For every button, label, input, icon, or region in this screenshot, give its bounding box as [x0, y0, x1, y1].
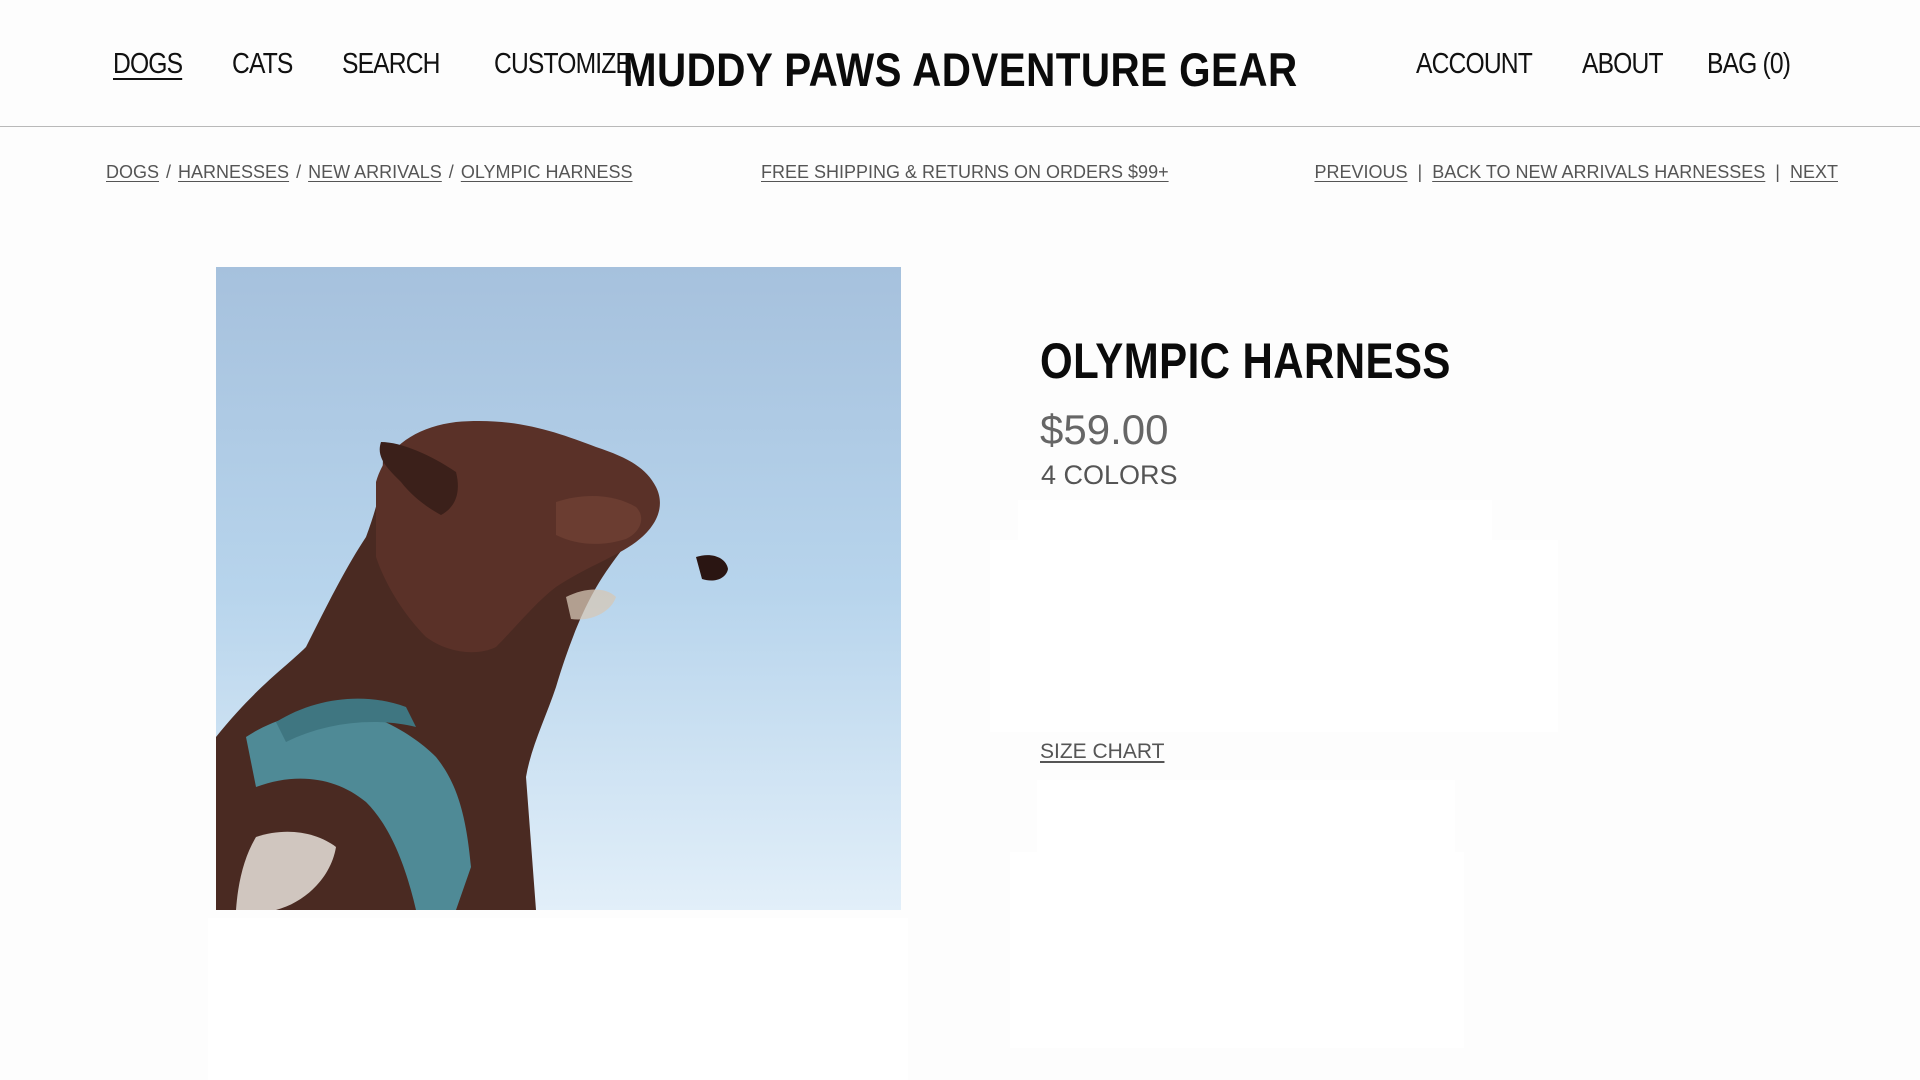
previous-link[interactable]: PREVIOUS	[1314, 162, 1407, 183]
breadcrumb-dogs[interactable]: DOGS	[106, 162, 159, 183]
account-nav: ACCOUNT ABOUT BAG (0)	[1416, 48, 1805, 81]
nav-about[interactable]: ABOUT	[1582, 48, 1664, 81]
promo-link[interactable]: FREE SHIPPING & RETURNS ON ORDERS $99+	[761, 162, 1169, 182]
product-details-placeholder	[1010, 852, 1464, 1048]
pager-separator: |	[1775, 162, 1780, 182]
nav-bag[interactable]: BAG (0)	[1707, 48, 1791, 81]
dog-snout	[556, 495, 642, 544]
color-swatch-placeholder	[1018, 500, 1492, 544]
product-title: OLYMPIC HARNESS	[1040, 332, 1451, 389]
pager-separator: |	[1417, 162, 1423, 182]
product-price: $59.00	[1040, 406, 1169, 453]
breadcrumb-separator: /	[296, 162, 302, 182]
dog-photo-illustration	[216, 421, 728, 910]
breadcrumb-new-arrivals[interactable]: NEW ARRIVALS	[308, 162, 442, 183]
breadcrumb-olympic-harness[interactable]: OLYMPIC HARNESS	[461, 162, 633, 183]
breadcrumb-separator: /	[448, 162, 454, 182]
sub-bar: DOGS / HARNESSES / NEW ARRIVALS / OLYMPI…	[0, 160, 1920, 190]
back-to-collection-link[interactable]: BACK TO NEW ARRIVALS HARNESSES	[1432, 162, 1765, 183]
breadcrumb: DOGS / HARNESSES / NEW ARRIVALS / OLYMPI…	[106, 162, 633, 183]
image-placeholder	[208, 918, 908, 1080]
next-link[interactable]: NEXT	[1790, 162, 1838, 183]
add-to-bag-placeholder	[1037, 780, 1455, 852]
sand-speckle	[566, 589, 616, 620]
nav-account[interactable]: ACCOUNT	[1416, 48, 1533, 81]
breadcrumb-harnesses[interactable]: HARNESSES	[178, 162, 289, 183]
product-image[interactable]	[216, 267, 901, 910]
color-count: 4 COLORS	[1041, 460, 1178, 490]
brand-name: MUDDY PAWS ADVENTURE GEAR	[622, 43, 1298, 96]
breadcrumb-separator: /	[166, 162, 172, 182]
product-pager: PREVIOUS | BACK TO NEW ARRIVALS HARNESSE…	[1314, 162, 1838, 183]
dog-nose-shape	[696, 555, 728, 581]
size-selector-placeholder	[990, 540, 1558, 732]
size-chart-link[interactable]: SIZE CHART	[1040, 740, 1164, 764]
promo-banner: FREE SHIPPING & RETURNS ON ORDERS $99+	[761, 162, 1169, 183]
site-header: DOGS CATS SEARCH CUSTOMIZE MUDDY PAWS AD…	[0, 0, 1920, 127]
